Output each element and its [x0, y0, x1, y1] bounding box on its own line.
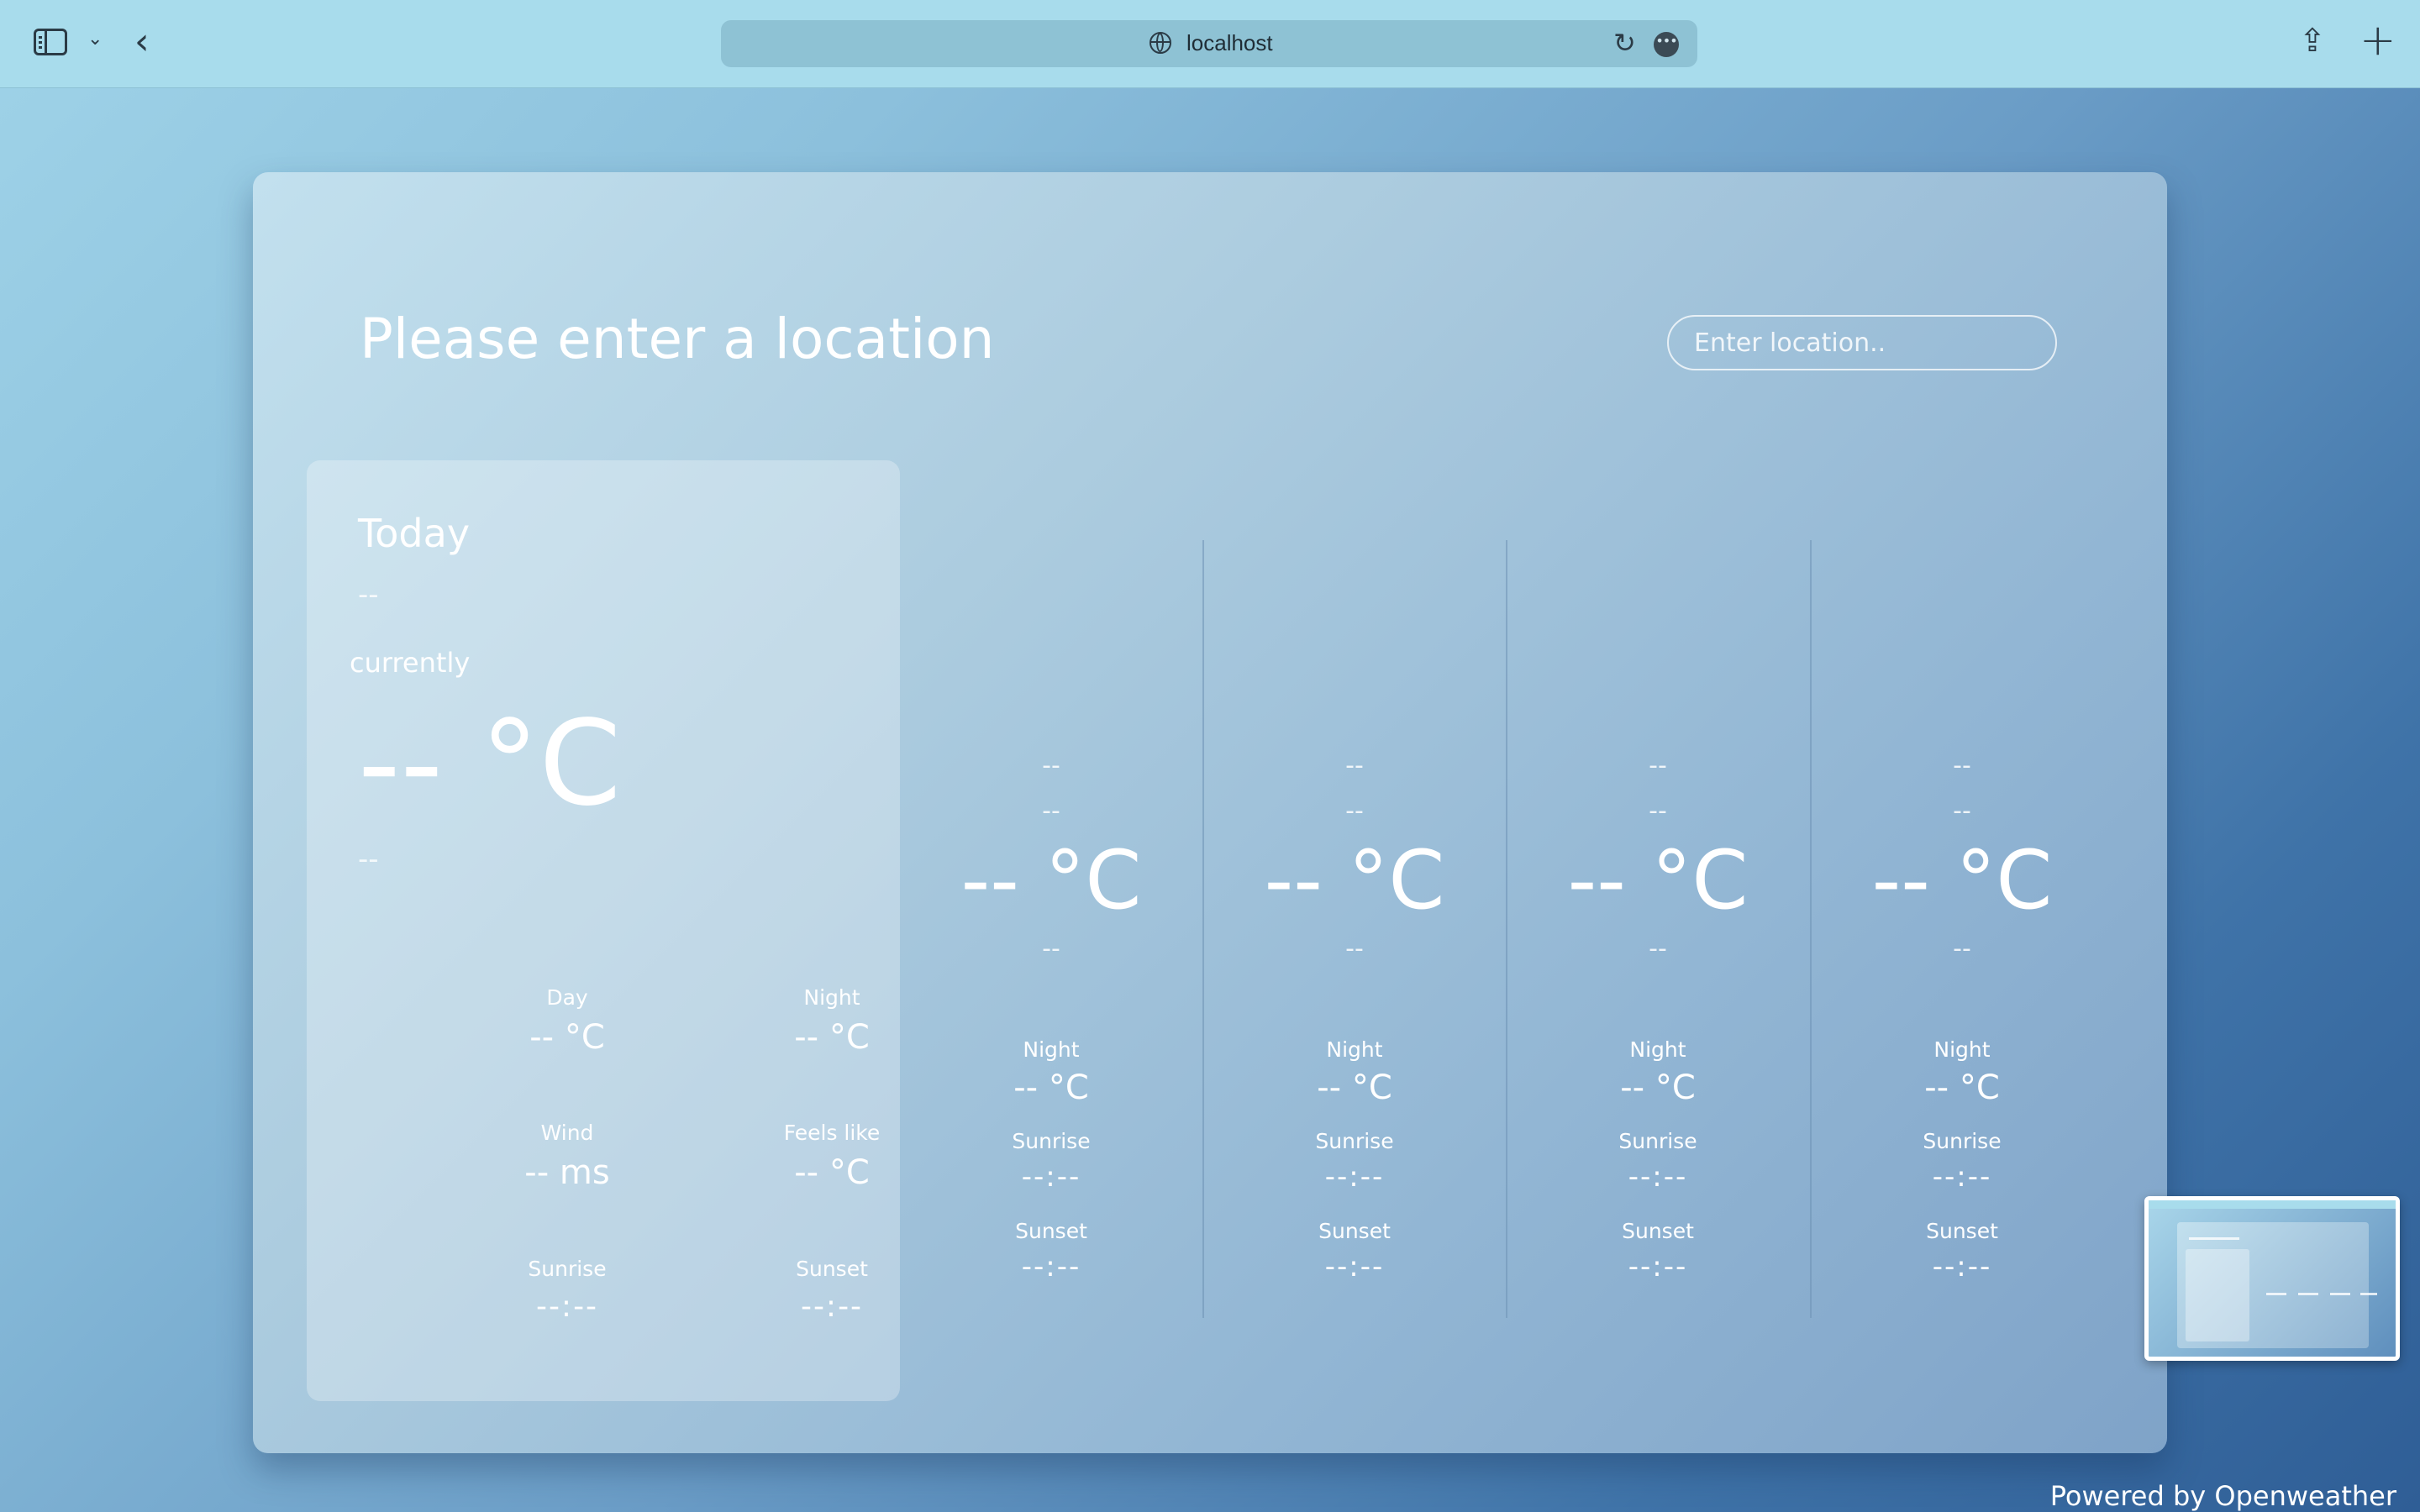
forecast-description: --	[1042, 934, 1060, 963]
sunrise-label: Sunrise	[1923, 1129, 2002, 1153]
night-label: Night	[1933, 1037, 1991, 1062]
sunset-value: --:--	[1932, 1250, 1992, 1284]
column-divider	[1202, 540, 1204, 1318]
share-icon[interactable]: ⇪	[2299, 22, 2326, 59]
night-label: Night	[1023, 1037, 1080, 1062]
powered-by-footer: Powered by Openweather	[2049, 1480, 2396, 1512]
column-divider	[1506, 540, 1507, 1318]
location-search-input[interactable]	[1667, 315, 2057, 370]
sunset-value: --:--	[1324, 1250, 1385, 1284]
sunrise-label: Sunrise	[1618, 1129, 1697, 1153]
forecast-temperature: -- °C	[1871, 833, 2053, 927]
today-label: Today	[358, 511, 471, 556]
weather-card: Please enter a location Today -- current…	[253, 172, 2167, 1453]
sunrise-value: --:--	[1021, 1160, 1081, 1194]
currently-label: currently	[350, 647, 471, 679]
forecast-date: --	[1953, 796, 1971, 826]
forecast-description: --	[1649, 934, 1667, 963]
sunset-value: --:--	[1628, 1250, 1688, 1284]
forecast-date: --	[1649, 796, 1667, 826]
forecast-day-name: --	[1345, 751, 1364, 780]
thumbnail-panel	[2186, 1249, 2249, 1341]
forecast-day-2: -- -- -- °C -- Night -- °C Sunrise --:--…	[1228, 743, 1481, 1284]
stat-day: Day -- °C	[458, 985, 676, 1057]
page-title: Please enter a location	[360, 307, 995, 371]
column-divider	[1810, 540, 1812, 1318]
stat-value: -- °C	[794, 1018, 870, 1057]
forecast-day-name: --	[1042, 751, 1060, 780]
url-text[interactable]: localhost	[1186, 30, 1273, 56]
sunrise-label: Sunrise	[1012, 1129, 1091, 1153]
address-bar[interactable]: localhost ↻ •••	[721, 20, 1697, 67]
more-icon[interactable]: •••	[1654, 32, 1679, 57]
stat-label: Night	[803, 985, 860, 1010]
forecast-day-3: -- -- -- °C -- Night -- °C Sunrise --:--…	[1532, 743, 1784, 1284]
screenshot-thumbnail[interactable]	[2144, 1196, 2400, 1361]
stat-value: -- ms	[524, 1153, 610, 1192]
sunrise-value: --:--	[1932, 1160, 1992, 1194]
forecast-date: --	[1345, 796, 1364, 826]
reload-icon[interactable]: ↻	[1613, 27, 1636, 59]
thumbnail-temp-line	[2298, 1293, 2318, 1295]
night-value: -- °C	[1924, 1068, 2000, 1107]
stat-value: -- °C	[794, 1153, 870, 1192]
forecast-day-1: -- -- -- °C -- Night -- °C Sunrise --:--…	[925, 743, 1177, 1284]
sidebar-icon[interactable]	[34, 29, 67, 55]
night-value: -- °C	[1620, 1068, 1696, 1107]
forecast-day-name: --	[1953, 751, 1971, 780]
stat-night: Night -- °C	[723, 985, 941, 1057]
forecast-day-name: --	[1649, 751, 1667, 780]
sunrise-value: --:--	[1628, 1160, 1688, 1194]
thumbnail-temp-line	[2330, 1293, 2350, 1295]
back-icon[interactable]: ‹	[134, 17, 150, 67]
stat-sunrise: Sunrise --:--	[458, 1257, 676, 1324]
globe-icon	[1150, 32, 1171, 54]
night-label: Night	[1629, 1037, 1686, 1062]
browser-toolbar: ⌄ ‹ localhost ↻ ••• ⇪ +	[0, 0, 2420, 88]
forecast-temperature: -- °C	[1567, 833, 1749, 927]
stat-label: Feels like	[783, 1121, 881, 1145]
stat-value: --:--	[800, 1289, 864, 1324]
thumbnail-title-line	[2189, 1237, 2239, 1240]
night-label: Night	[1326, 1037, 1383, 1062]
thumbnail-temp-line	[2360, 1293, 2377, 1295]
thumbnail-toolbar	[2149, 1200, 2396, 1209]
sunset-label: Sunset	[1926, 1219, 1998, 1243]
stat-feels-like: Feels like -- °C	[723, 1121, 941, 1192]
forecast-day-4: -- -- -- °C -- Night -- °C Sunrise --:--…	[1836, 743, 2088, 1284]
sunset-label: Sunset	[1622, 1219, 1694, 1243]
stat-label: Wind	[540, 1121, 594, 1145]
stat-label: Sunrise	[528, 1257, 607, 1281]
stat-sunset: Sunset --:--	[723, 1257, 941, 1324]
thumbnail-temp-line	[2266, 1293, 2286, 1295]
forecast-temperature: -- °C	[960, 833, 1142, 927]
stat-label: Sunset	[796, 1257, 868, 1281]
stat-value: -- °C	[529, 1018, 605, 1057]
forecast-temperature: -- °C	[1264, 833, 1445, 927]
forecast-description: --	[1953, 934, 1971, 963]
chevron-down-icon[interactable]: ⌄	[87, 29, 103, 50]
stat-value: --:--	[535, 1289, 599, 1324]
current-temperature: -- °C	[358, 696, 622, 832]
sunset-label: Sunset	[1318, 1219, 1391, 1243]
sunset-label: Sunset	[1015, 1219, 1087, 1243]
current-description: --	[358, 843, 379, 876]
today-panel: Today -- currently -- °C -- Day -- °C Ni…	[307, 460, 900, 1401]
forecast-date: --	[1042, 796, 1060, 826]
night-value: -- °C	[1013, 1068, 1089, 1107]
night-value: -- °C	[1317, 1068, 1392, 1107]
today-date: --	[358, 578, 379, 612]
stat-label: Day	[546, 985, 588, 1010]
forecast-description: --	[1345, 934, 1364, 963]
stat-wind: Wind -- ms	[458, 1121, 676, 1192]
sunrise-value: --:--	[1324, 1160, 1385, 1194]
sunrise-label: Sunrise	[1315, 1129, 1394, 1153]
plus-icon[interactable]: +	[2360, 15, 2396, 66]
sunset-value: --:--	[1021, 1250, 1081, 1284]
